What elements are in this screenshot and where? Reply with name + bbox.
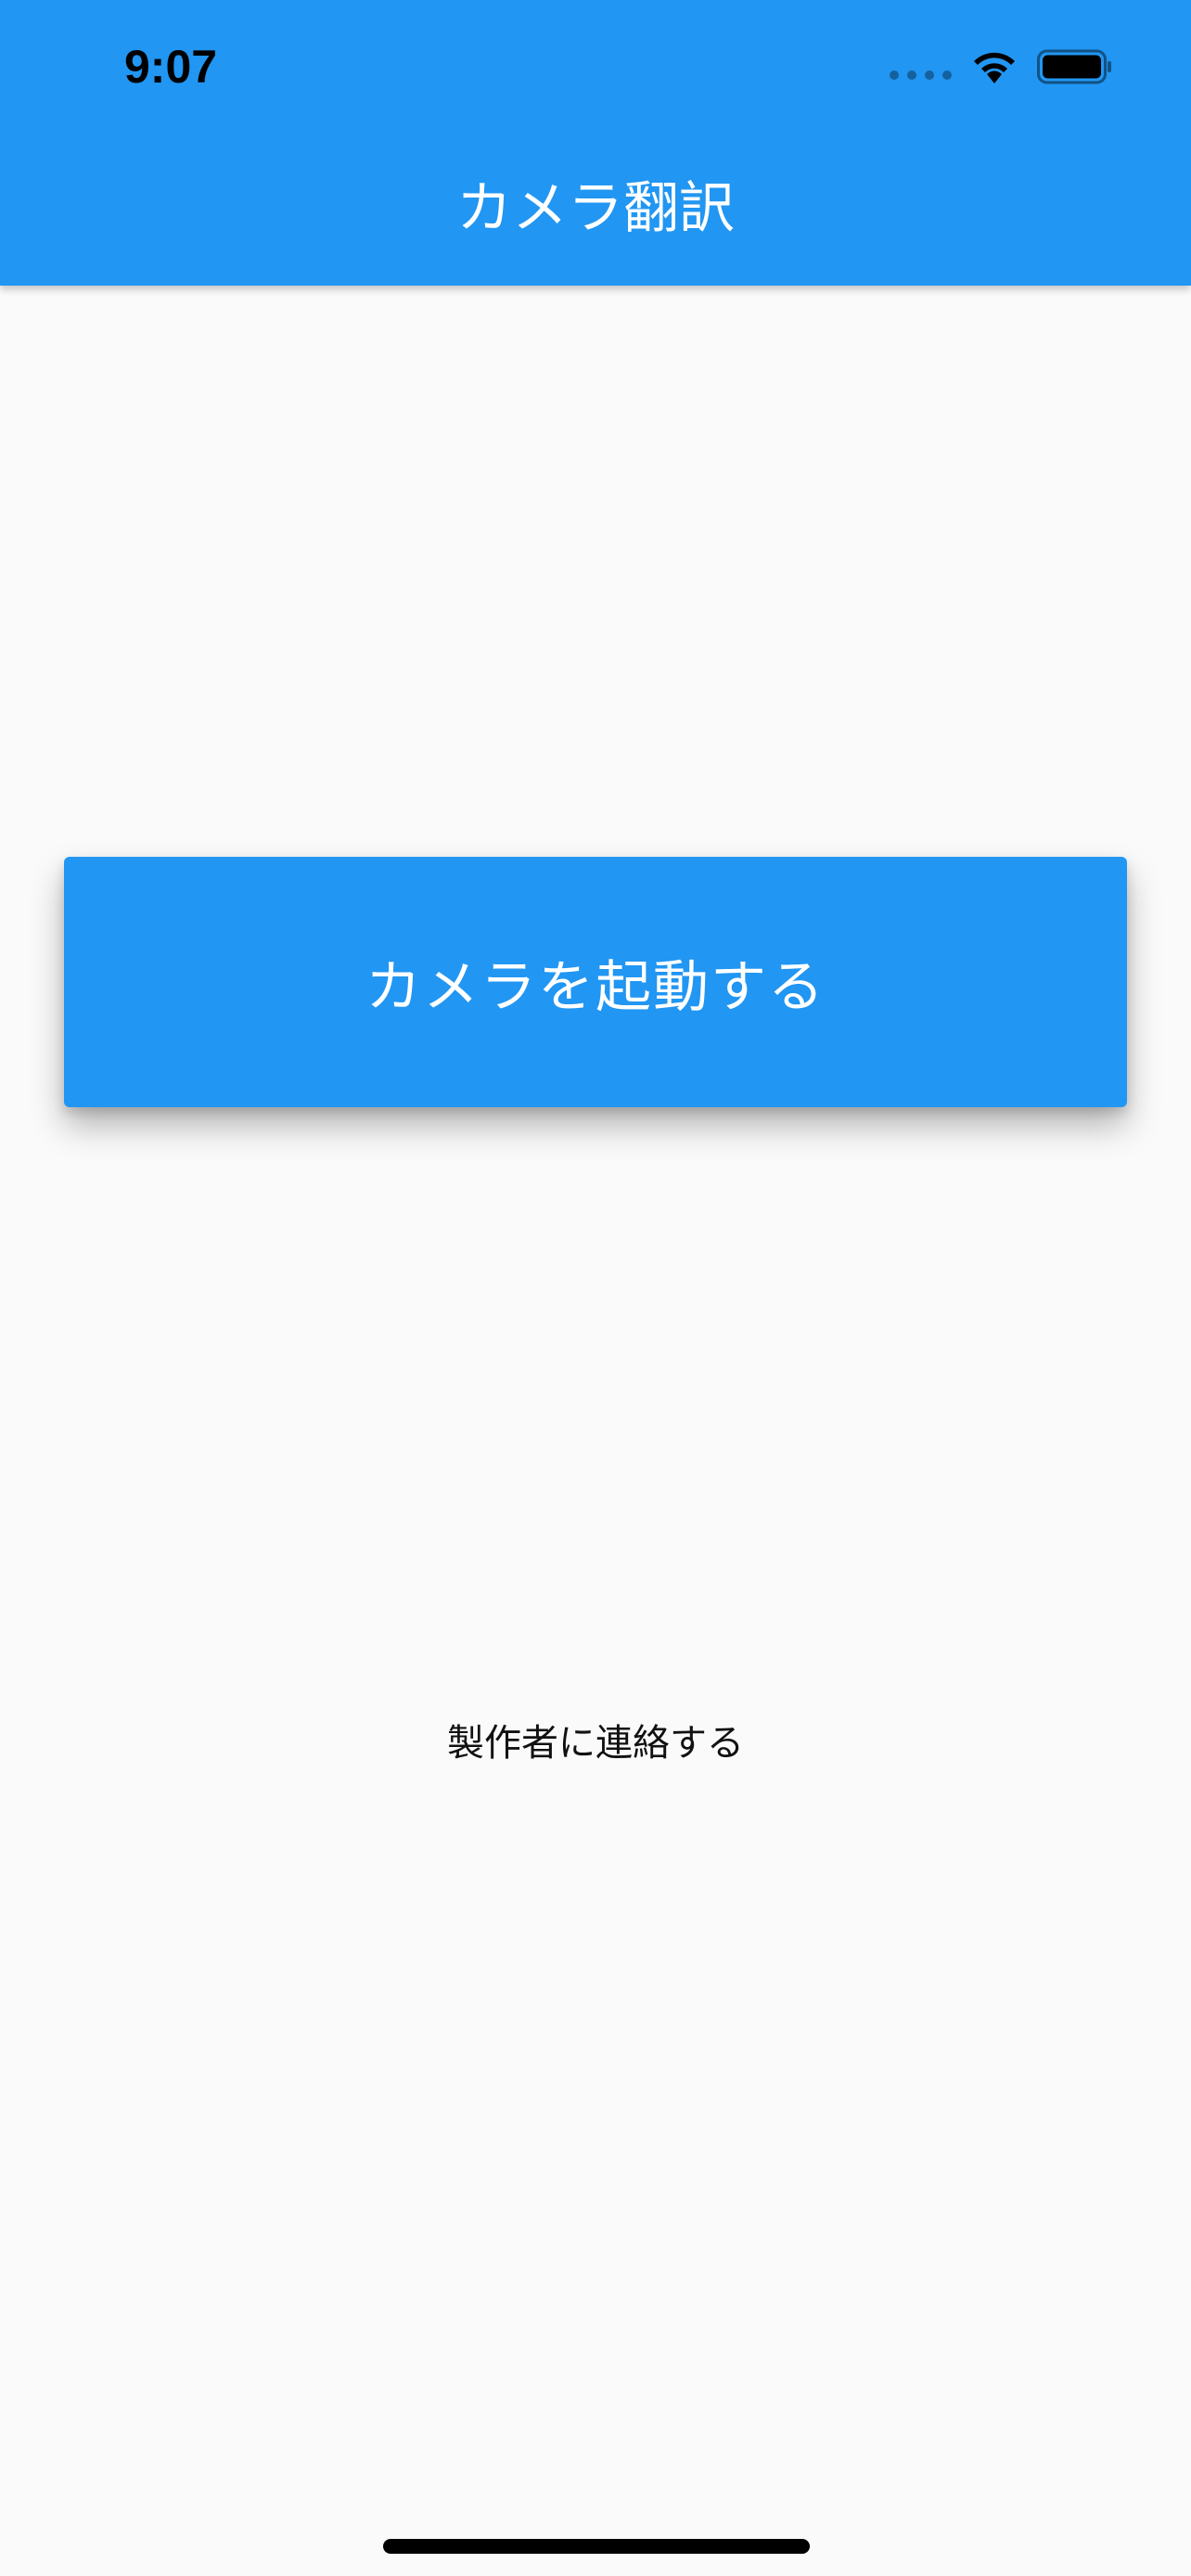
wifi-icon — [974, 52, 1015, 83]
contact-creator-link[interactable]: 製作者に連絡する — [0, 1715, 1191, 1771]
home-indicator[interactable] — [383, 2539, 810, 2554]
page-title: カメラ翻訳 — [456, 176, 735, 241]
launch-camera-button[interactable]: カメラを起動する — [64, 857, 1127, 1107]
battery-icon — [1037, 49, 1111, 84]
signal-icon — [890, 70, 952, 80]
app-bar: 9:07 カメラ翻訳 — [0, 0, 1191, 286]
status-icons — [890, 41, 1113, 93]
launch-camera-button-label: カメラを起動する — [365, 954, 826, 1020]
status-time: 9:07 — [124, 41, 218, 93]
